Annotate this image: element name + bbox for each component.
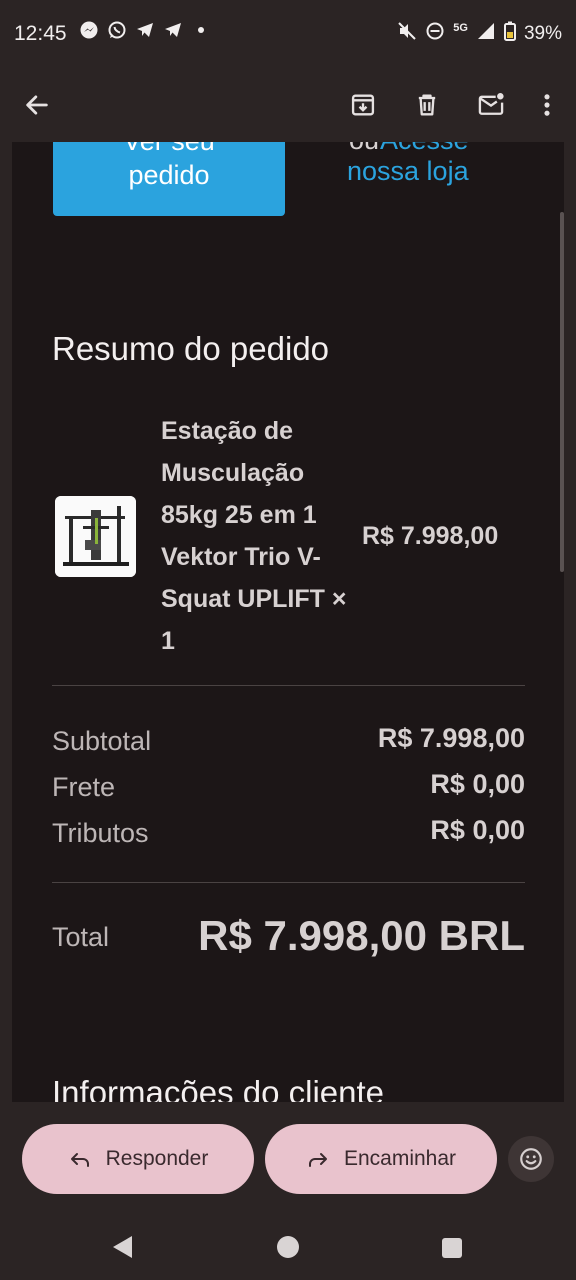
forward-button[interactable]: Encaminhar xyxy=(265,1124,497,1194)
order-summary-title: Resumo do pedido xyxy=(52,330,330,367)
network-type: 5G xyxy=(453,21,468,34)
product-price: R$ 7.998,00 xyxy=(362,522,499,550)
subtotal-value: R$ 7.998,00 xyxy=(377,723,525,753)
telegram-icon xyxy=(134,20,156,42)
action-bar: Responder Encaminhar xyxy=(0,1102,576,1214)
scrollbar[interactable] xyxy=(560,212,564,572)
shipping-label: Frete xyxy=(52,772,116,802)
customer-info-title: Informações do cliente xyxy=(52,1074,385,1102)
whatsapp-icon xyxy=(106,20,128,42)
nav-home-icon[interactable] xyxy=(277,1236,299,1258)
telegram-icon xyxy=(162,20,184,42)
back-button[interactable] xyxy=(14,82,60,128)
or-text: ou xyxy=(349,142,379,156)
nav-recents-icon[interactable] xyxy=(442,1238,462,1258)
reply-label: Responder xyxy=(105,1147,209,1170)
shipping-value: R$ 0,00 xyxy=(430,769,525,799)
back-arrow-icon xyxy=(26,95,48,115)
product-name: Estação de Musculação 85kg 25 em 1 Vekto… xyxy=(161,417,347,655)
taxes-value: R$ 0,00 xyxy=(430,815,525,845)
status-right: 5G 39% xyxy=(397,21,562,46)
delete-icon xyxy=(418,94,436,116)
battery-icon xyxy=(503,21,516,46)
store-link-line1[interactable]: Acesse xyxy=(380,142,469,156)
system-nav-bar xyxy=(0,1214,576,1280)
archive-button[interactable] xyxy=(340,82,386,128)
status-time: 12:45 xyxy=(14,22,67,45)
subtotal-label: Subtotal xyxy=(52,726,152,756)
more-vert-icon xyxy=(544,94,550,116)
email-body[interactable]: Ver seu pedido ou Acesse nossa loja Resu… xyxy=(12,142,564,1102)
app-toolbar xyxy=(0,68,576,142)
reply-icon xyxy=(70,1153,89,1167)
battery-level: 39% xyxy=(523,22,562,44)
view-order-button[interactable]: Ver seu pedido xyxy=(53,142,285,216)
total-label: Total xyxy=(52,922,110,952)
signal-icon xyxy=(476,21,496,46)
total-value: R$ 7.998,00 BRL xyxy=(198,912,525,959)
product-image xyxy=(55,496,136,577)
archive-icon xyxy=(351,94,375,116)
mute-icon xyxy=(397,21,417,46)
dot-icon xyxy=(190,20,212,42)
more-options-button[interactable] xyxy=(524,82,570,128)
forward-icon xyxy=(308,1153,327,1167)
view-order-label-line2: pedido xyxy=(128,160,210,190)
emoji-icon xyxy=(520,1148,542,1170)
forward-label: Encaminhar xyxy=(343,1147,457,1170)
nav-back-icon[interactable] xyxy=(113,1236,132,1258)
reply-button[interactable]: Responder xyxy=(22,1124,254,1194)
divider xyxy=(52,685,525,686)
dnd-icon xyxy=(425,21,445,46)
store-link-line2[interactable]: nossa loja xyxy=(347,156,469,187)
mark-unread-icon xyxy=(478,92,504,115)
view-order-label-line1: Ver seu xyxy=(53,142,285,157)
status-bar: 12:45 5G 39% xyxy=(0,0,576,68)
delete-button[interactable] xyxy=(404,82,450,128)
messenger-icon xyxy=(78,20,100,42)
emoji-reaction-button[interactable] xyxy=(508,1136,554,1182)
taxes-label: Tributos xyxy=(52,818,149,848)
notification-icons xyxy=(78,20,212,42)
divider xyxy=(52,882,525,883)
mark-unread-button[interactable] xyxy=(468,82,514,128)
